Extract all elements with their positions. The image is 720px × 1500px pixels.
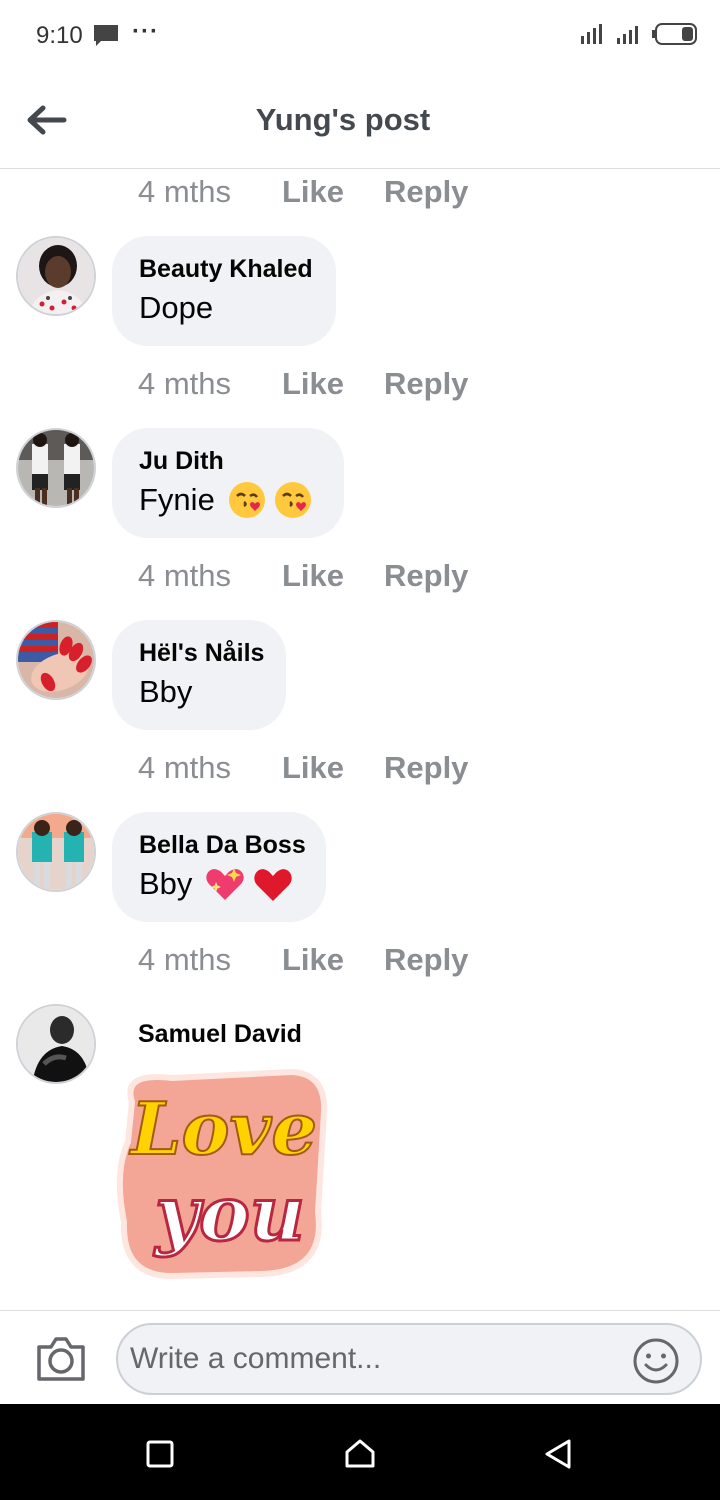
comment-author[interactable]: Ju Dith: [139, 446, 317, 476]
sticker-text-you: you: [153, 1169, 305, 1258]
triangle-back-icon: [545, 1439, 571, 1469]
comment-author[interactable]: Hël's Nåils: [139, 638, 264, 668]
comment-age: 4 mths: [138, 174, 232, 209]
smiley-icon: [633, 1338, 679, 1384]
love-you-sticker[interactable]: Love you: [112, 1062, 334, 1284]
comment-meta: 4 mths Like Reply: [138, 940, 468, 980]
comment-bubble[interactable]: Beauty Khaled Dope: [112, 236, 336, 346]
nav-back-button[interactable]: [538, 1434, 578, 1474]
camera-icon: [37, 1337, 85, 1381]
avatar[interactable]: [16, 1004, 96, 1084]
comment-age: 4 mths: [138, 366, 232, 401]
status-time: 9:10: [36, 22, 83, 49]
comment-text-value: Bby: [139, 674, 193, 709]
like-button[interactable]: Like: [282, 174, 384, 210]
comment-age: 4 mths: [138, 750, 232, 785]
comment-text-value: Dope: [139, 290, 214, 325]
comment-text: Bby: [139, 862, 299, 906]
comment-meta: 4 mths Like Reply: [138, 364, 468, 404]
android-nav-bar: [0, 1404, 720, 1500]
comment-age: 4 mths: [138, 942, 232, 977]
comment-composer: [0, 1310, 720, 1404]
comment-meta: 4 mths Like Reply: [138, 556, 468, 596]
comment-author[interactable]: Samuel David: [138, 1020, 302, 1049]
page-title: Yung's post: [255, 102, 431, 137]
like-button[interactable]: Like: [282, 942, 384, 978]
home-button[interactable]: [340, 1434, 380, 1474]
sparkling-heart-emoji-icon: [206, 868, 245, 900]
emoji-button[interactable]: [632, 1337, 680, 1385]
avatar[interactable]: [16, 812, 96, 892]
comment-input[interactable]: [130, 1325, 620, 1393]
more-notifications-indicator: ···: [132, 18, 159, 45]
comment-age: 4 mths: [138, 558, 232, 593]
reply-button[interactable]: Reply: [384, 174, 468, 210]
comment-bubble[interactable]: Ju Dith Fynie: [112, 428, 344, 538]
comment-text: Dope: [139, 286, 309, 330]
post-header: Yung's post: [0, 70, 720, 169]
recent-apps-button[interactable]: [140, 1434, 180, 1474]
message-notification-icon: [93, 24, 119, 53]
comment-text-value: Bby: [139, 866, 193, 901]
status-bar: 9:10 ···: [0, 0, 720, 70]
like-button[interactable]: Like: [282, 558, 384, 594]
comment-meta: 4 mths Like Reply: [138, 172, 468, 212]
comment-bubble[interactable]: Bella Da Boss Bby: [112, 812, 326, 922]
battery-icon: [652, 23, 697, 45]
red-heart-emoji-icon: [254, 869, 293, 901]
comment-author[interactable]: Beauty Khaled: [139, 254, 313, 284]
reply-button[interactable]: Reply: [384, 558, 468, 594]
reply-button[interactable]: Reply: [384, 942, 468, 978]
home-icon: [345, 1439, 375, 1468]
reply-button[interactable]: Reply: [384, 366, 468, 402]
comment-meta: 4 mths Like Reply: [138, 748, 468, 788]
reply-button[interactable]: Reply: [384, 750, 468, 786]
avatar[interactable]: [16, 620, 96, 700]
kissing-face-emoji-icon: [228, 482, 265, 518]
status-right: [580, 22, 698, 46]
comment-text: Fynie: [139, 478, 317, 522]
square-icon: [146, 1440, 174, 1468]
signal-icon: [581, 24, 602, 44]
comment-item: Samuel David Love you: [16, 1004, 706, 1294]
like-button[interactable]: Like: [282, 750, 384, 786]
kissing-face-emoji-icon: [274, 482, 311, 518]
comment-input-wrapper: [116, 1323, 702, 1395]
comment-bubble[interactable]: Hël's Nåils Bby: [112, 620, 286, 730]
camera-button[interactable]: [34, 1333, 88, 1383]
like-button[interactable]: Like: [282, 366, 384, 402]
comment-text: Bby: [139, 670, 259, 714]
sticker-text-love: Love: [129, 1086, 317, 1171]
avatar[interactable]: [16, 428, 96, 508]
comment-text-value: Fynie: [139, 482, 215, 517]
comment-author[interactable]: Bella Da Boss: [139, 830, 306, 860]
signal-icon-2: [617, 26, 638, 44]
avatar[interactable]: [16, 236, 96, 316]
